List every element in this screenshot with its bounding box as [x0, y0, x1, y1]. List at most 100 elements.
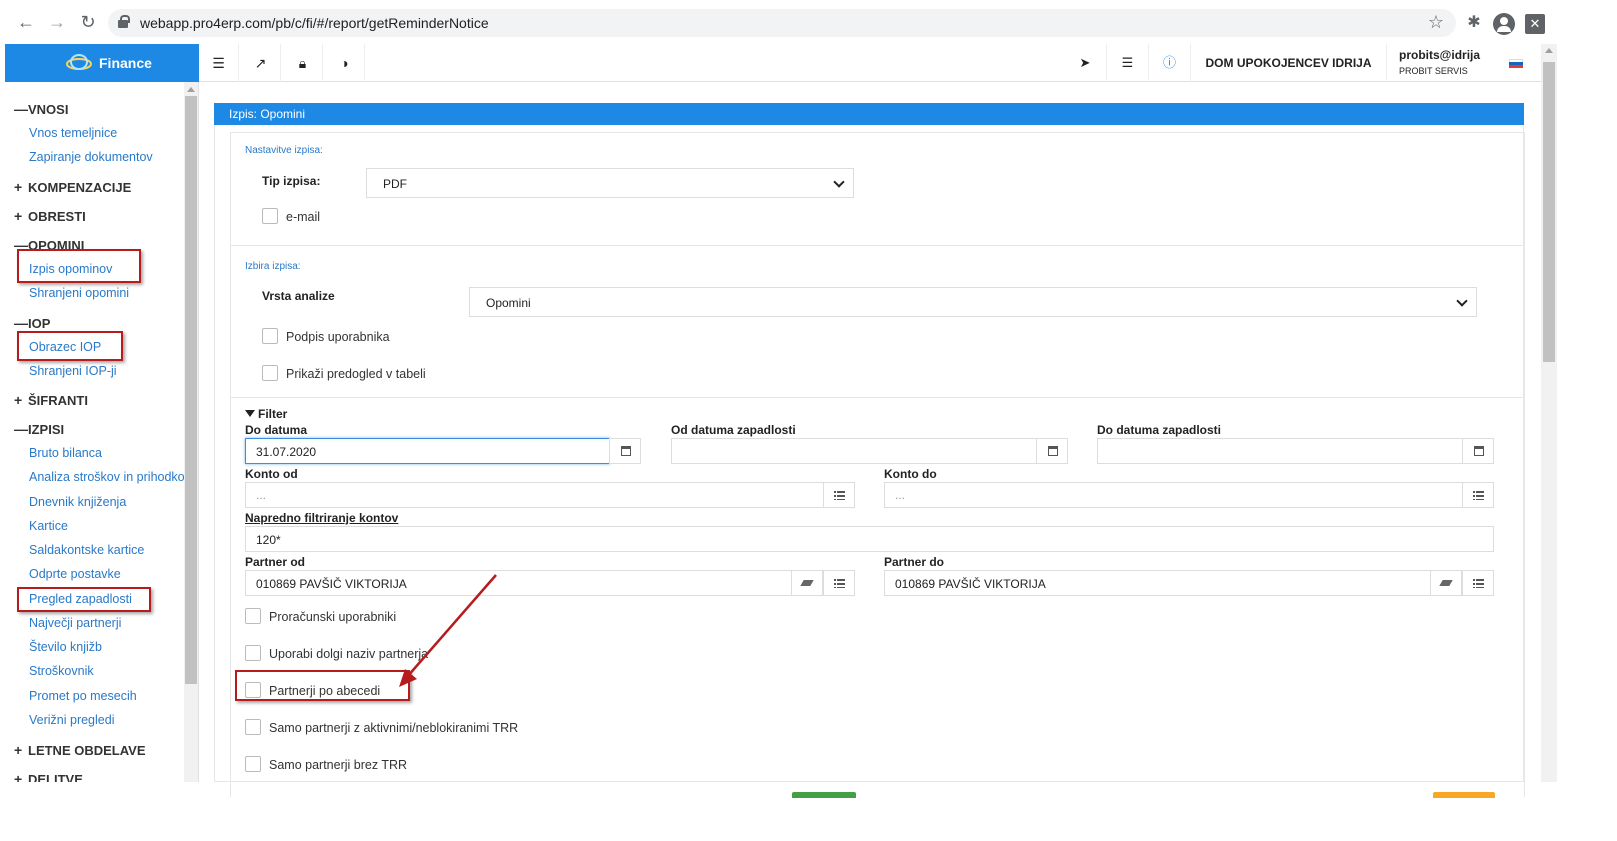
advanced-konto-filter-input[interactable]: 120* — [245, 526, 1494, 552]
konto-from-input[interactable]: ... — [245, 482, 824, 508]
date-to-label: Do datuma — [245, 423, 308, 437]
sidebar-scroll-up-icon[interactable] — [187, 87, 195, 92]
extensions-icon[interactable]: ✱ — [1465, 14, 1483, 32]
sidebar-section-sifranti[interactable]: + ŠIFRANTI — [14, 392, 88, 408]
table-preview-checkbox[interactable] — [262, 365, 278, 381]
report-type-select[interactable]: PDF — [366, 168, 854, 198]
active-trr-checkbox[interactable] — [245, 719, 261, 735]
sidebar-item-bruto-bilanca[interactable]: Bruto bilanca — [29, 446, 102, 460]
sidebar-item-zapiranje-dokumentov[interactable]: Zapiranje dokumentov — [29, 150, 153, 164]
user-signature-label: Podpis uporabnika — [286, 330, 390, 344]
contrast-icon[interactable]: ◑ — [325, 44, 365, 82]
eraser-icon — [800, 580, 814, 586]
lock-toggle-icon[interactable]: 🔒︎ — [283, 44, 323, 82]
konto-from-list-button[interactable] — [823, 482, 855, 508]
due-to-label: Do datuma zapadlosti — [1097, 423, 1222, 437]
partner-to-list-button[interactable] — [1462, 570, 1494, 596]
sidebar-scrollbar[interactable] — [184, 82, 198, 782]
partner-from-input[interactable]: 010869 PAVŠIČ VIKTORIJA — [245, 570, 792, 596]
sidebar-item-shranjeni-opomini[interactable]: Shranjeni opomini — [29, 286, 129, 300]
partner-from-label: Partner od — [245, 555, 306, 569]
partner-from-list-button[interactable] — [823, 570, 855, 596]
due-from-input[interactable] — [671, 438, 1037, 464]
page-scrollbar[interactable] — [1541, 44, 1557, 782]
sidebar-item-stroskovnik[interactable]: Stroškovnik — [29, 664, 94, 678]
date-to-input[interactable]: 31.07.2020 — [245, 438, 610, 464]
menu-toggle-icon[interactable]: ☰ — [199, 44, 239, 82]
sidebar-item-verizni-pregledi[interactable]: Verižni pregledi — [29, 713, 114, 727]
slovenia-flag-icon[interactable] — [1509, 59, 1523, 68]
external-link-icon[interactable]: ↗ — [241, 44, 281, 82]
company-name[interactable]: DOM UPOKOJENCEV IDRIJA — [1190, 44, 1386, 82]
sidebar-section-iop[interactable]: —IOP — [14, 315, 50, 331]
sidebar-scroll-thumb[interactable] — [185, 96, 197, 684]
due-from-calendar-button[interactable] — [1036, 438, 1068, 464]
sidebar-section-kompenzacije[interactable]: + KOMPENZACIJE — [14, 179, 131, 195]
no-trr-label: Samo partnerji brez TRR — [269, 758, 408, 772]
bookmark-star-icon[interactable]: ☆ — [1428, 12, 1444, 33]
sidebar-section-obresti[interactable]: + OBRESTI — [14, 208, 86, 224]
email-checkbox[interactable] — [262, 208, 278, 224]
sidebar-item-najvecji-partnerji[interactable]: Največji partnerji — [29, 616, 121, 630]
long-name-checkbox[interactable] — [245, 645, 261, 661]
sidebar-item-vnos-temeljnice[interactable]: Vnos temeljnice — [29, 126, 117, 140]
due-to-calendar-button[interactable] — [1462, 438, 1494, 464]
budget-users-checkbox[interactable] — [245, 608, 261, 624]
no-trr-checkbox[interactable] — [245, 756, 261, 772]
user-name: probits@idrija — [1399, 48, 1481, 62]
due-from-label: Od datuma zapadlosti — [671, 423, 796, 437]
filter-title: Filter — [245, 407, 287, 421]
send-icon[interactable]: ➤ — [1064, 44, 1106, 82]
partner-to-clear-button[interactable] — [1430, 570, 1462, 596]
partner-to-input[interactable]: 010869 PAVŠIČ VIKTORIJA — [884, 570, 1432, 596]
address-bar[interactable]: webapp.pro4erp.com/pb/c/fi/#/report/getR… — [108, 9, 1456, 37]
sidebar-section-izpisi[interactable]: —IZPISI — [14, 421, 64, 437]
profile-icon[interactable] — [1493, 13, 1515, 35]
sidebar-section-vnosi[interactable]: —VNOSI — [14, 101, 68, 117]
scroll-up-icon[interactable] — [1545, 48, 1553, 53]
list-view-icon[interactable]: ☰ — [1106, 44, 1148, 82]
konto-from-label: Konto od — [245, 467, 298, 481]
app-brand[interactable]: Finance — [5, 44, 199, 82]
chevron-down-icon — [1456, 295, 1468, 307]
sidebar-item-shranjeni-iop[interactable]: Shranjeni IOP-ji — [29, 364, 117, 378]
partner-from-clear-button[interactable] — [791, 570, 823, 596]
sidebar-item-analiza-stroskov[interactable]: Analiza stroškov in prihodkov — [29, 470, 191, 484]
scroll-thumb[interactable] — [1543, 62, 1555, 362]
settings-section-label: Nastavitve izpisa: — [245, 145, 323, 156]
sidebar-section-letne-obdelave[interactable]: + LETNE OBDELAVE — [14, 742, 146, 758]
selection-section: Izbira izpisa: Vrsta analize Opomini Pod… — [230, 245, 1525, 397]
reset-button[interactable] — [1433, 792, 1495, 798]
app-title: Finance — [99, 55, 152, 71]
sidebar-item-promet-po-mesecih[interactable]: Promet po mesecih — [29, 689, 137, 703]
generate-button[interactable] — [792, 792, 856, 798]
sidebar-item-odprte-postavke[interactable]: Odprte postavke — [29, 567, 121, 581]
due-to-input[interactable] — [1097, 438, 1463, 464]
sidebar-item-dnevnik-knjizenja[interactable]: Dnevnik knjiženja — [29, 495, 126, 509]
analysis-type-select[interactable]: Opomini — [469, 287, 1477, 317]
sidebar: —VNOSI Vnos temeljnice Zapiranje dokumen… — [5, 82, 199, 782]
info-icon[interactable]: ⓘ — [1148, 44, 1190, 82]
sidebar-item-saldakontske-kartice[interactable]: Saldakontske kartice — [29, 543, 144, 557]
eraser-icon — [1439, 580, 1453, 586]
konto-to-list-button[interactable] — [1462, 482, 1494, 508]
date-to-calendar-button[interactable] — [609, 438, 641, 464]
forward-icon[interactable]: → — [47, 12, 67, 32]
sidebar-section-delitve[interactable]: + DELITVE — [14, 771, 83, 782]
list-icon — [834, 491, 845, 500]
reload-icon[interactable]: ↻ — [78, 12, 98, 32]
back-icon[interactable]: ← — [16, 12, 36, 32]
sidebar-item-kartice[interactable]: Kartice — [29, 519, 68, 533]
active-trr-label: Samo partnerji z aktivnimi/neblokiranimi… — [269, 721, 519, 735]
user-signature-checkbox[interactable] — [262, 328, 278, 344]
selection-section-label: Izbira izpisa: — [245, 261, 301, 272]
sidebar-item-stevilo-knjizb[interactable]: Število knjižb — [29, 640, 102, 654]
panel-title: Izpis: Opomini — [214, 103, 1524, 125]
advanced-konto-filter-label[interactable]: Napredno filtriranje kontov — [245, 511, 398, 525]
konto-to-input[interactable]: ... — [884, 482, 1464, 508]
calendar-icon — [1048, 446, 1058, 456]
extension-close-icon[interactable]: ✕ — [1525, 14, 1545, 34]
organization-name: PROBIT SERVIS — [1399, 66, 1468, 76]
user-menu[interactable]: probits@idrija PROBIT SERVIS — [1386, 44, 1492, 82]
analysis-type-label: Vrsta analize — [262, 289, 335, 303]
